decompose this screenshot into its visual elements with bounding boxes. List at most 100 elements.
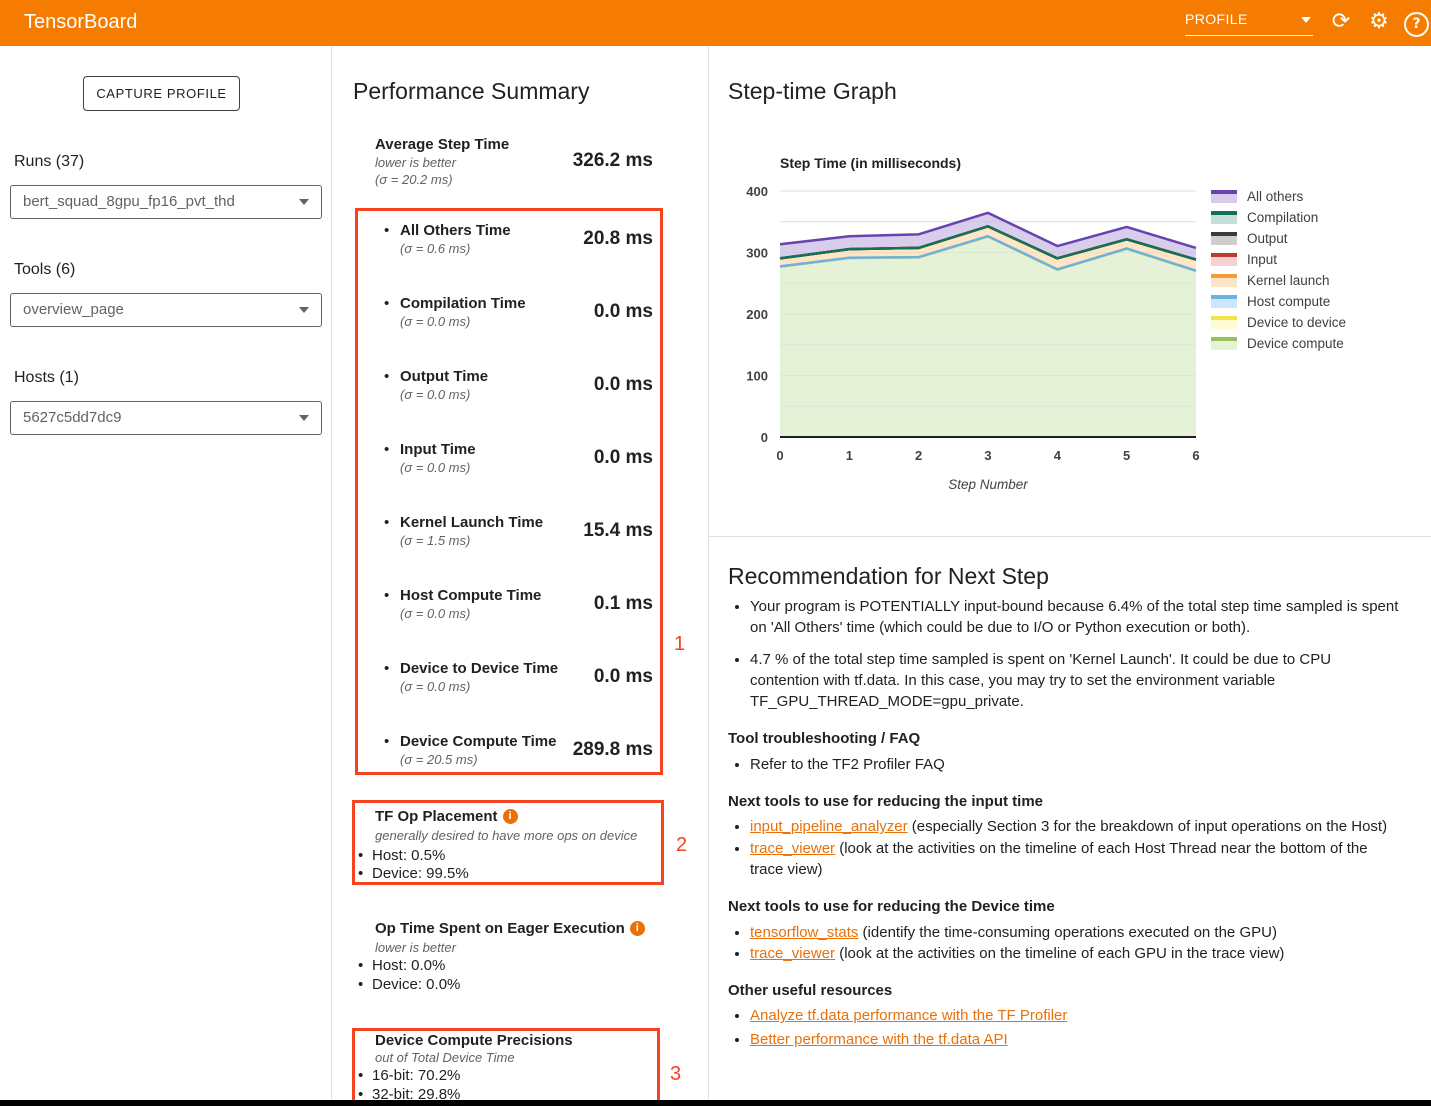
help-icon[interactable]: ? (1404, 12, 1429, 37)
dashboard-selector-value: PROFILE (1185, 11, 1248, 27)
avg-step-time-sigma: (σ = 20.2 ms) (375, 172, 453, 187)
metric-value-compilation-time: 0.0 ms (505, 301, 653, 323)
resources-heading: Other useful resources (728, 980, 1404, 1001)
faq-heading: Tool troubleshooting / FAQ (728, 728, 1404, 749)
bottom-edge-bar (0, 1100, 1431, 1106)
precisions-note: out of Total Device Time (375, 1050, 515, 1065)
bullet-dot: • (358, 976, 363, 993)
settings-gear-icon[interactable]: ⚙ (1365, 8, 1393, 36)
chevron-down-icon (299, 199, 309, 205)
x-tick-label: 2 (915, 448, 922, 463)
bullet-dot: • (384, 295, 389, 312)
tf-op-device-pct: Device: 99.5% (372, 865, 469, 882)
x-tick-label: 5 (1123, 448, 1130, 463)
metric-value-input-time: 0.0 ms (505, 447, 653, 469)
metric-sigma: (σ = 0.0 ms) (400, 314, 470, 329)
metric-label-all-others-time: All Others Time (400, 222, 511, 239)
chevron-down-icon (299, 307, 309, 313)
bullet-dot: • (384, 222, 389, 239)
metric-sigma: (σ = 0.0 ms) (400, 679, 470, 694)
x-axis-label: Step Number (948, 477, 1028, 492)
app-header: TensorBoard PROFILE ⟳ ⚙ ? (0, 0, 1431, 46)
info-icon[interactable]: i (630, 921, 645, 936)
tool-item-text: (look at the activities on the timeline … (835, 945, 1284, 962)
app-title: TensorBoard (24, 11, 137, 34)
resource-item: Analyze tf.data performance with the TF … (750, 1005, 1404, 1026)
y-tick-label: 100 (746, 369, 768, 384)
tool-item-text: (look at the activities on the timeline … (750, 840, 1368, 878)
legend-label: Kernel launch (1247, 273, 1330, 288)
y-tick-label: 400 (746, 184, 768, 199)
legend-swatch (1211, 232, 1237, 245)
legend-swatch (1211, 211, 1237, 224)
y-tick-label: 200 (746, 307, 768, 322)
x-tick-label: 6 (1192, 448, 1199, 463)
tfdata-profiler-link[interactable]: Analyze tf.data performance with the TF … (750, 1007, 1067, 1024)
bullet-dot: • (358, 957, 363, 974)
refresh-icon[interactable]: ⟳ (1327, 8, 1355, 36)
hosts-select[interactable]: 5627c5dd7dc9 (10, 401, 322, 435)
device-tools-list: tensorflow_stats (identify the time-cons… (728, 922, 1404, 965)
step-time-chart: Step Time (in milliseconds)0100200300400… (708, 140, 1218, 508)
legend-item-host-compute: Host compute (1211, 294, 1346, 308)
x-tick-label: 4 (1054, 448, 1062, 463)
annotation-number-3: 3 (670, 1063, 681, 1086)
tfdata-api-link[interactable]: Better performance with the tf.data API (750, 1031, 1008, 1048)
tools-select-value: overview_page (23, 301, 124, 318)
legend-swatch (1211, 295, 1237, 308)
metric-sigma: (σ = 20.5 ms) (400, 752, 478, 767)
tools-select[interactable]: overview_page (10, 293, 322, 327)
metric-value-all-others-time: 20.8 ms (505, 228, 653, 250)
metric-label-output-time: Output Time (400, 368, 488, 385)
info-icon[interactable]: i (503, 809, 518, 824)
tools-label: Tools (6) (14, 261, 75, 279)
sidebar-divider (331, 46, 332, 1100)
recommendation-body: Your program is POTENTIALLY input-bound … (728, 596, 1404, 1056)
trace-viewer-link[interactable]: trace_viewer (750, 840, 835, 857)
metric-value-device-to-device-time: 0.0 ms (505, 666, 653, 688)
recommendation-title: Recommendation for Next Step (728, 563, 1049, 590)
tool-item-text: (especially Section 3 for the breakdown … (908, 818, 1387, 835)
eager-title: Op Time Spent on Eager Executioni (375, 920, 645, 937)
tf-op-placement-note: generally desired to have more ops on de… (375, 828, 637, 843)
runs-label: Runs (37) (14, 153, 84, 171)
faq-list: Refer to the TF2 Profiler FAQ (728, 754, 1404, 775)
capture-profile-button[interactable]: CAPTURE PROFILE (83, 76, 240, 111)
metric-label-input-time: Input Time (400, 441, 476, 458)
bullet-dot: • (384, 660, 389, 677)
legend-item-device-to-device: Device to device (1211, 315, 1346, 329)
chart-legend: All others Compilation Output Input Kern… (1211, 189, 1346, 357)
trace-viewer-link[interactable]: trace_viewer (750, 945, 835, 962)
recommendation-item: Your program is POTENTIALLY input-bound … (750, 596, 1404, 639)
chart-title: Step Time (in milliseconds) (780, 155, 961, 171)
recommendation-list: Your program is POTENTIALLY input-bound … (728, 596, 1404, 712)
dashboard-selector-dropdown[interactable]: PROFILE (1185, 11, 1313, 36)
legend-item-output: Output (1211, 231, 1346, 245)
tf-op-placement-title: TF Op Placementi (375, 808, 518, 825)
runs-select[interactable]: bert_squad_8gpu_fp16_pvt_thd (10, 185, 322, 219)
input-tools-heading: Next tools to use for reducing the input… (728, 791, 1404, 812)
precisions-title: Device Compute Precisions (375, 1032, 573, 1049)
metric-sigma: (σ = 0.6 ms) (400, 241, 470, 256)
bullet-dot: • (384, 733, 389, 750)
legend-swatch (1211, 337, 1237, 350)
x-tick-label: 3 (984, 448, 991, 463)
x-tick-label: 0 (776, 448, 783, 463)
input-pipeline-analyzer-link[interactable]: input_pipeline_analyzer (750, 818, 908, 835)
bullet-dot: • (384, 514, 389, 531)
tool-item: input_pipeline_analyzer (especially Sect… (750, 816, 1404, 837)
legend-label: All others (1247, 189, 1303, 204)
metric-sigma: (σ = 0.0 ms) (400, 606, 470, 621)
resources-list: Analyze tf.data performance with the TF … (728, 1005, 1404, 1050)
tensorflow-stats-link[interactable]: tensorflow_stats (750, 924, 858, 941)
metric-value-host-compute-time: 0.1 ms (505, 593, 653, 615)
metric-sigma: (σ = 1.5 ms) (400, 533, 470, 548)
faq-item: Refer to the TF2 Profiler FAQ (750, 754, 1404, 775)
metric-value-device-compute-time: 289.8 ms (505, 739, 653, 761)
legend-item-kernel-launch: Kernel launch (1211, 273, 1346, 287)
avg-step-time-label: Average Step Time (375, 136, 509, 153)
tool-item-text: (identify the time-consuming operations … (858, 924, 1277, 941)
resource-item: Better performance with the tf.data API (750, 1029, 1404, 1050)
device-tools-heading: Next tools to use for reducing the Devic… (728, 896, 1404, 917)
performance-summary-title: Performance Summary (353, 78, 589, 105)
